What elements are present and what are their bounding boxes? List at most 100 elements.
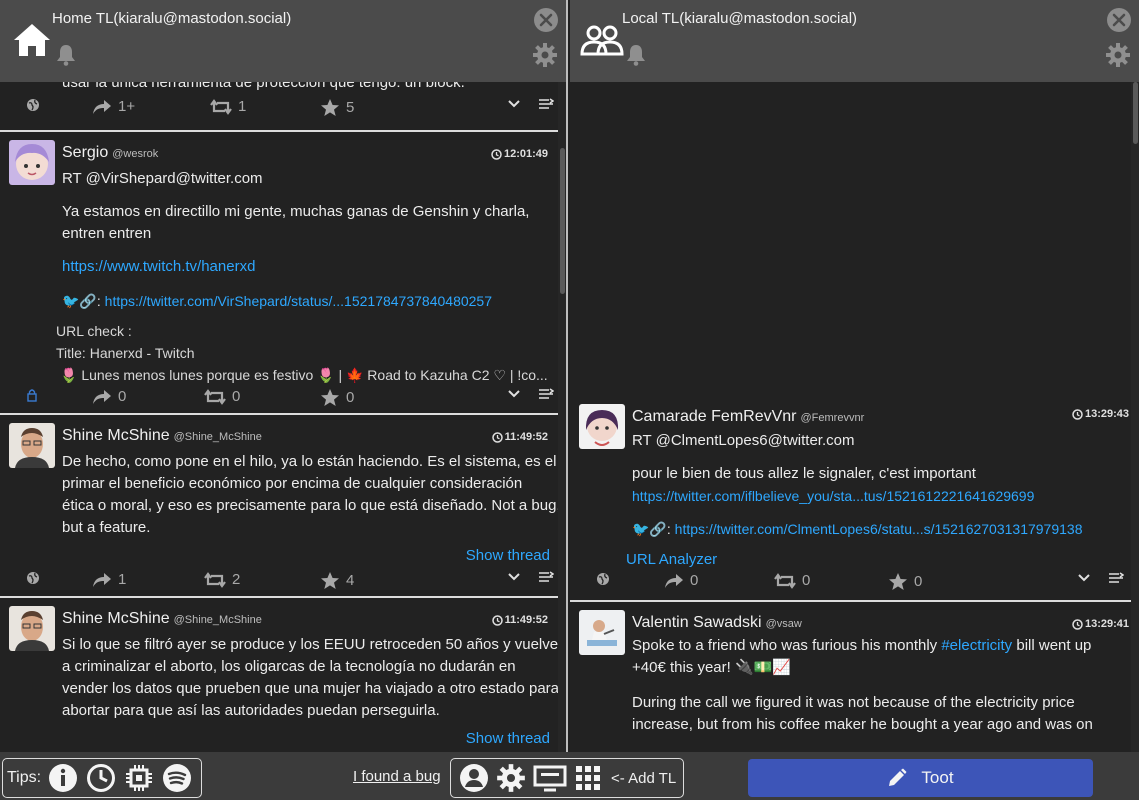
- link-prefix: 🐦🔗:: [632, 521, 671, 537]
- toot-link[interactable]: https://www.twitch.tv/hanerxd: [62, 256, 548, 278]
- favourite-button[interactable]: 0: [320, 388, 354, 407]
- retweet-icon: [774, 572, 796, 589]
- globe-icon: [26, 571, 40, 585]
- clock-icon: [491, 431, 503, 443]
- menu-icon[interactable]: [538, 571, 554, 583]
- url-description: 🌷 Lunes menos lunes porque es festivo 🌷 …: [60, 367, 548, 383]
- timeline-body: usar la única herramienta de protección …: [0, 74, 567, 752]
- scrollbar-thumb[interactable]: [560, 148, 565, 294]
- account-handle: @vsaw: [765, 618, 802, 630]
- toot-time: 11:49:52: [491, 614, 548, 626]
- avatar[interactable]: [9, 423, 55, 468]
- chevron-down-icon[interactable]: [508, 98, 520, 108]
- favourite-button[interactable]: 5: [320, 98, 354, 117]
- toot-link[interactable]: https://twitter.com/VirShepard/status/..…: [105, 293, 492, 309]
- toot-actions: 1+ 1 5: [0, 98, 558, 122]
- cpu-icon[interactable]: [123, 762, 155, 794]
- report-bug-link[interactable]: I found a bug: [353, 768, 441, 785]
- fav-count: 5: [346, 99, 355, 116]
- chevron-down-icon[interactable]: [1078, 572, 1090, 582]
- boost-count: 1: [238, 98, 247, 115]
- toot-actions: 0 0 0: [570, 572, 1139, 596]
- monitor-icon[interactable]: [533, 763, 567, 793]
- toot-link[interactable]: https://twitter.com/ClmentLopes6/statu..…: [675, 521, 1083, 537]
- clock-icon[interactable]: [85, 762, 117, 794]
- column-title: Home TL(kiaralu@mastodon.social): [52, 10, 292, 27]
- account-handle: @Shine_McShine: [173, 614, 262, 626]
- gear-icon[interactable]: [532, 42, 558, 68]
- toot-item: Shine McShine @Shine_McShine 11:49:52 Si …: [0, 598, 567, 752]
- users-icon[interactable]: [580, 22, 624, 58]
- reblog-button[interactable]: 1+: [92, 98, 135, 115]
- display-name[interactable]: Camarade FemRevVnr @Femrevvnr: [632, 408, 864, 426]
- clock-icon: [1072, 618, 1083, 630]
- scrollbar[interactable]: [1131, 82, 1139, 752]
- favourite-button[interactable]: 0: [888, 572, 922, 591]
- toot-time: 13:29:43: [1072, 408, 1129, 420]
- toot-time: 12:01:49: [491, 148, 548, 160]
- chevron-down-icon[interactable]: [508, 571, 520, 581]
- close-column-button[interactable]: [534, 8, 558, 32]
- toot-item: Sergio @wesrok 12:01:49 RT @VirShepard@tw…: [0, 132, 558, 415]
- tips-box: Tips:: [2, 758, 202, 798]
- chevron-down-icon[interactable]: [508, 388, 520, 398]
- toot-item: Shine McShine @Shine_McShine 11:49:52 De …: [0, 415, 561, 598]
- avatar[interactable]: [579, 404, 625, 449]
- display-name[interactable]: Sergio @wesrok: [62, 144, 158, 162]
- toot-button[interactable]: Toot: [748, 759, 1093, 797]
- reblog-count: 1: [118, 571, 127, 588]
- close-column-button[interactable]: [1107, 8, 1131, 32]
- reblog-button[interactable]: 1: [92, 571, 126, 588]
- boost-button[interactable]: 1: [210, 98, 246, 115]
- grid-icon[interactable]: [574, 764, 602, 792]
- toot-link[interactable]: https://twitter.com/iflbelieve_you/sta..…: [632, 485, 1129, 507]
- url-analyzer-link[interactable]: URL Analyzer: [626, 549, 1129, 571]
- bell-icon[interactable]: [56, 44, 76, 66]
- menu-icon[interactable]: [538, 388, 554, 400]
- account-icon[interactable]: [459, 763, 489, 793]
- star-icon: [321, 572, 339, 589]
- display-name[interactable]: Shine McShine @Shine_McShine: [62, 610, 262, 628]
- fav-count: 4: [346, 572, 355, 589]
- info-icon[interactable]: [47, 762, 79, 794]
- show-thread-link[interactable]: Show thread: [466, 547, 550, 564]
- boost-button[interactable]: 0: [204, 388, 240, 405]
- display-name[interactable]: Valentin Sawadski @vsaw: [632, 614, 802, 632]
- toot-text: Si lo que se filtró ayer se produce y lo…: [62, 636, 567, 653]
- boost-count: 0: [232, 388, 241, 405]
- clock-icon: [491, 614, 503, 626]
- settings-gear-icon[interactable]: [496, 763, 526, 793]
- spotify-icon[interactable]: [161, 762, 193, 794]
- menu-icon[interactable]: [538, 98, 554, 110]
- scrollbar[interactable]: [558, 82, 566, 752]
- reblog-button[interactable]: 0: [92, 388, 126, 405]
- add-timeline-button[interactable]: <- Add TL: [611, 770, 676, 787]
- boost-button[interactable]: 0: [774, 572, 810, 589]
- lock-icon: [26, 388, 38, 402]
- avatar[interactable]: [9, 140, 55, 185]
- hashtag-link[interactable]: #electricity: [941, 637, 1012, 654]
- bell-icon[interactable]: [626, 44, 646, 66]
- favourite-button[interactable]: 4: [320, 571, 354, 590]
- star-icon: [321, 99, 339, 116]
- clock-icon: [491, 148, 502, 160]
- toot-text: entren entren: [62, 225, 152, 242]
- show-thread-link[interactable]: Show thread: [466, 730, 550, 747]
- reblog-button[interactable]: 0: [664, 572, 698, 589]
- column-title: Local TL(kiaralu@mastodon.social): [622, 10, 858, 27]
- scrollbar-thumb[interactable]: [1133, 82, 1138, 144]
- menu-icon[interactable]: [1108, 572, 1124, 584]
- toot-item: Valentin Sawadski @vsaw 13:29:41 Spoke to…: [570, 602, 1139, 752]
- avatar[interactable]: [9, 606, 55, 651]
- close-icon: [1112, 13, 1126, 27]
- toot-text: a criminalizar el aborto, los oligarcas …: [62, 658, 516, 675]
- share-icon: [93, 99, 111, 114]
- boost-button[interactable]: 2: [204, 571, 240, 588]
- home-icon[interactable]: [12, 22, 52, 58]
- avatar[interactable]: [579, 610, 625, 655]
- gear-icon[interactable]: [1105, 42, 1131, 68]
- url-title: Title: Hanerxd - Twitch: [56, 345, 195, 361]
- reblog-count: 0: [118, 388, 127, 405]
- display-name[interactable]: Shine McShine @Shine_McShine: [62, 427, 262, 445]
- toot-text: 🐦🔗: https://twitter.com/VirShepard/statu…: [62, 290, 548, 312]
